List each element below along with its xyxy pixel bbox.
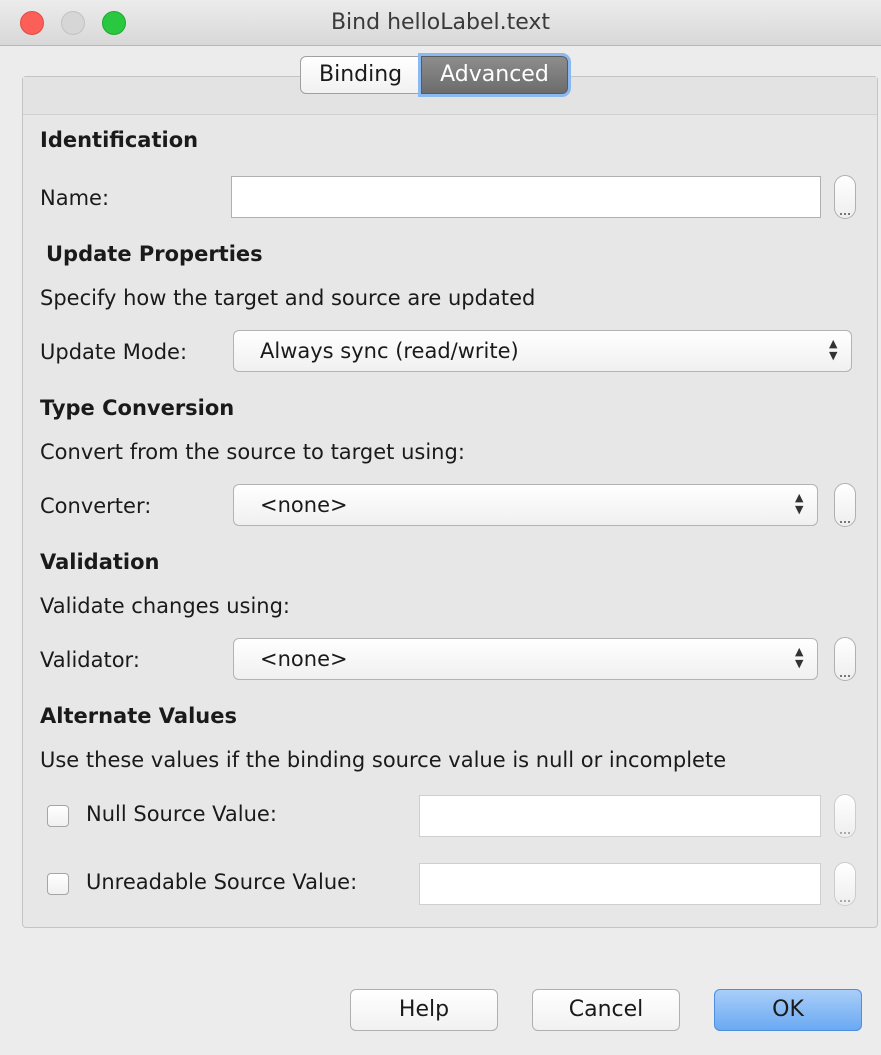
name-binding-expression-button[interactable] bbox=[834, 175, 856, 219]
updown-arrows-icon: ▲ ▼ bbox=[829, 337, 838, 362]
validation-heading: Validation bbox=[40, 550, 160, 574]
validation-description: Validate changes using: bbox=[40, 594, 291, 618]
alternate-description: Use these values if the binding source v… bbox=[40, 748, 727, 772]
converter-value: <none> bbox=[260, 493, 348, 517]
window-title: Bind helloLabel.text bbox=[330, 10, 551, 35]
cancel-button[interactable]: Cancel bbox=[532, 989, 680, 1031]
tab-bar: Binding Advanced bbox=[300, 56, 568, 96]
unreadable-source-value-field[interactable] bbox=[419, 863, 821, 905]
validator-binding-expression-button[interactable] bbox=[834, 637, 856, 681]
update-mode-value: Always sync (read/write) bbox=[260, 339, 519, 363]
updown-arrows-icon: ▲ ▼ bbox=[795, 645, 804, 670]
converter-select[interactable]: <none> ▲ ▼ bbox=[233, 484, 818, 526]
conversion-description: Convert from the source to target using: bbox=[40, 440, 465, 464]
unreadable-source-value-label: Unreadable Source Value: bbox=[86, 870, 358, 894]
converter-label: Converter: bbox=[40, 494, 152, 518]
validator-value: <none> bbox=[260, 647, 348, 671]
unreadable-source-value-checkbox[interactable] bbox=[47, 873, 69, 895]
update-properties-heading: Update Properties bbox=[46, 242, 263, 266]
converter-binding-expression-button[interactable] bbox=[834, 483, 856, 527]
update-mode-label: Update Mode: bbox=[40, 340, 188, 364]
name-field[interactable] bbox=[231, 176, 821, 218]
help-button[interactable]: Help bbox=[350, 989, 498, 1031]
validator-label: Validator: bbox=[40, 648, 140, 672]
null-source-value-label: Null Source Value: bbox=[86, 802, 277, 826]
update-mode-select[interactable]: Always sync (read/write) ▲ ▼ bbox=[233, 330, 852, 372]
updown-arrows-icon: ▲ ▼ bbox=[795, 491, 804, 516]
title-bar: Bind helloLabel.text bbox=[0, 0, 881, 46]
null-source-binding-expression-button[interactable] bbox=[834, 794, 856, 838]
unreadable-source-binding-expression-button[interactable] bbox=[834, 862, 856, 906]
type-conversion-heading: Type Conversion bbox=[40, 396, 235, 420]
update-description: Specify how the target and source are up… bbox=[40, 286, 536, 310]
tab-advanced[interactable]: Advanced bbox=[421, 56, 568, 94]
validator-select[interactable]: <none> ▲ ▼ bbox=[233, 638, 818, 680]
alternate-values-heading: Alternate Values bbox=[40, 704, 237, 728]
tab-binding[interactable]: Binding bbox=[300, 56, 422, 94]
null-source-value-field[interactable] bbox=[419, 795, 821, 837]
null-source-value-checkbox[interactable] bbox=[47, 805, 69, 827]
identification-heading: Identification bbox=[40, 128, 199, 152]
name-label: Name: bbox=[40, 186, 110, 210]
ok-button[interactable]: OK bbox=[714, 989, 862, 1031]
